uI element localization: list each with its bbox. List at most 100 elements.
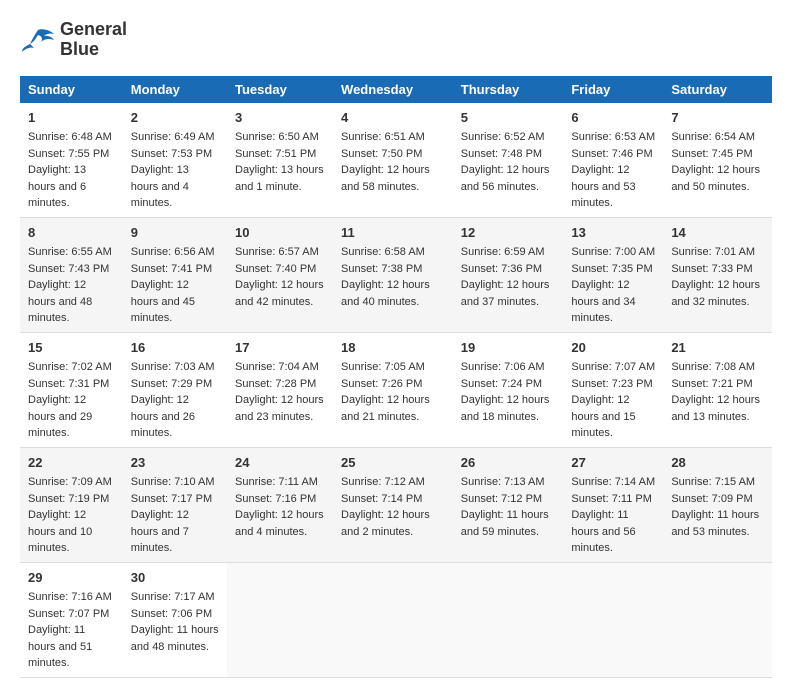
- daylight: Daylight: 12 hours and 26 minutes.: [131, 394, 195, 439]
- daylight: Daylight: 12 hours and 18 minutes.: [461, 394, 550, 423]
- calendar-table: SundayMondayTuesdayWednesdayThursdayFrid…: [20, 76, 772, 678]
- sunset: Sunset: 7:23 PM: [571, 378, 652, 390]
- day-number: 28: [671, 453, 764, 473]
- sunset: Sunset: 7:53 PM: [131, 148, 212, 160]
- day-number: 13: [571, 223, 655, 243]
- sunset: Sunset: 7:16 PM: [235, 493, 316, 505]
- sunset: Sunset: 7:12 PM: [461, 493, 542, 505]
- sunrise: Sunrise: 6:54 AM: [671, 131, 755, 143]
- page-header: General Blue: [20, 20, 772, 60]
- day-number: 23: [131, 453, 219, 473]
- sunset: Sunset: 7:07 PM: [28, 608, 109, 620]
- calendar-cell: [227, 562, 333, 677]
- sunset: Sunset: 7:46 PM: [571, 148, 652, 160]
- calendar-cell: 12Sunrise: 6:59 AMSunset: 7:36 PMDayligh…: [453, 217, 564, 332]
- sunset: Sunset: 7:33 PM: [671, 263, 752, 275]
- sunrise: Sunrise: 6:58 AM: [341, 246, 425, 258]
- day-number: 7: [671, 108, 764, 128]
- sunrise: Sunrise: 7:15 AM: [671, 476, 755, 488]
- calendar-cell: 15Sunrise: 7:02 AMSunset: 7:31 PMDayligh…: [20, 332, 123, 447]
- sunset: Sunset: 7:19 PM: [28, 493, 109, 505]
- sunset: Sunset: 7:43 PM: [28, 263, 109, 275]
- sunset: Sunset: 7:45 PM: [671, 148, 752, 160]
- calendar-cell: 20Sunrise: 7:07 AMSunset: 7:23 PMDayligh…: [563, 332, 663, 447]
- sunrise: Sunrise: 7:03 AM: [131, 361, 215, 373]
- sunset: Sunset: 7:09 PM: [671, 493, 752, 505]
- daylight: Daylight: 11 hours and 59 minutes.: [461, 509, 549, 538]
- calendar-cell: 1Sunrise: 6:48 AMSunset: 7:55 PMDaylight…: [20, 103, 123, 218]
- week-row-1: 1Sunrise: 6:48 AMSunset: 7:55 PMDaylight…: [20, 103, 772, 218]
- calendar-cell: 13Sunrise: 7:00 AMSunset: 7:35 PMDayligh…: [563, 217, 663, 332]
- day-header-tuesday: Tuesday: [227, 76, 333, 103]
- day-header-wednesday: Wednesday: [333, 76, 453, 103]
- day-number: 17: [235, 338, 325, 358]
- daylight: Daylight: 12 hours and 34 minutes.: [571, 279, 635, 324]
- sunset: Sunset: 7:50 PM: [341, 148, 422, 160]
- sunrise: Sunrise: 7:07 AM: [571, 361, 655, 373]
- sunrise: Sunrise: 6:50 AM: [235, 131, 319, 143]
- sunset: Sunset: 7:40 PM: [235, 263, 316, 275]
- day-header-thursday: Thursday: [453, 76, 564, 103]
- sunrise: Sunrise: 7:10 AM: [131, 476, 215, 488]
- calendar-cell: 27Sunrise: 7:14 AMSunset: 7:11 PMDayligh…: [563, 447, 663, 562]
- calendar-cell: 30Sunrise: 7:17 AMSunset: 7:06 PMDayligh…: [123, 562, 227, 677]
- calendar-cell: 21Sunrise: 7:08 AMSunset: 7:21 PMDayligh…: [663, 332, 772, 447]
- day-number: 24: [235, 453, 325, 473]
- day-header-saturday: Saturday: [663, 76, 772, 103]
- week-row-5: 29Sunrise: 7:16 AMSunset: 7:07 PMDayligh…: [20, 562, 772, 677]
- day-number: 8: [28, 223, 115, 243]
- logo-text: General Blue: [60, 20, 127, 60]
- calendar-cell: 23Sunrise: 7:10 AMSunset: 7:17 PMDayligh…: [123, 447, 227, 562]
- sunrise: Sunrise: 7:16 AM: [28, 591, 112, 603]
- day-header-monday: Monday: [123, 76, 227, 103]
- sunrise: Sunrise: 7:13 AM: [461, 476, 545, 488]
- day-number: 5: [461, 108, 556, 128]
- sunrise: Sunrise: 6:49 AM: [131, 131, 215, 143]
- sunset: Sunset: 7:55 PM: [28, 148, 109, 160]
- day-number: 3: [235, 108, 325, 128]
- day-number: 11: [341, 223, 445, 243]
- day-number: 10: [235, 223, 325, 243]
- daylight: Daylight: 12 hours and 42 minutes.: [235, 279, 324, 308]
- daylight: Daylight: 13 hours and 4 minutes.: [131, 164, 189, 209]
- daylight: Daylight: 12 hours and 10 minutes.: [28, 509, 92, 554]
- daylight: Daylight: 12 hours and 56 minutes.: [461, 164, 550, 193]
- sunrise: Sunrise: 7:06 AM: [461, 361, 545, 373]
- daylight: Daylight: 13 hours and 1 minute.: [235, 164, 324, 193]
- calendar-cell: 17Sunrise: 7:04 AMSunset: 7:28 PMDayligh…: [227, 332, 333, 447]
- week-row-4: 22Sunrise: 7:09 AMSunset: 7:19 PMDayligh…: [20, 447, 772, 562]
- daylight: Daylight: 12 hours and 45 minutes.: [131, 279, 195, 324]
- sunrise: Sunrise: 7:02 AM: [28, 361, 112, 373]
- sunrise: Sunrise: 6:59 AM: [461, 246, 545, 258]
- day-header-sunday: Sunday: [20, 76, 123, 103]
- daylight: Daylight: 12 hours and 13 minutes.: [671, 394, 760, 423]
- daylight: Daylight: 13 hours and 6 minutes.: [28, 164, 86, 209]
- day-number: 18: [341, 338, 445, 358]
- sunrise: Sunrise: 7:05 AM: [341, 361, 425, 373]
- calendar-cell: [333, 562, 453, 677]
- sunset: Sunset: 7:38 PM: [341, 263, 422, 275]
- daylight: Daylight: 12 hours and 58 minutes.: [341, 164, 430, 193]
- week-row-2: 8Sunrise: 6:55 AMSunset: 7:43 PMDaylight…: [20, 217, 772, 332]
- calendar-cell: 5Sunrise: 6:52 AMSunset: 7:48 PMDaylight…: [453, 103, 564, 218]
- calendar-cell: 14Sunrise: 7:01 AMSunset: 7:33 PMDayligh…: [663, 217, 772, 332]
- day-number: 19: [461, 338, 556, 358]
- calendar-cell: 29Sunrise: 7:16 AMSunset: 7:07 PMDayligh…: [20, 562, 123, 677]
- calendar-cell: 7Sunrise: 6:54 AMSunset: 7:45 PMDaylight…: [663, 103, 772, 218]
- day-number: 16: [131, 338, 219, 358]
- sunset: Sunset: 7:17 PM: [131, 493, 212, 505]
- sunset: Sunset: 7:48 PM: [461, 148, 542, 160]
- calendar-cell: [453, 562, 564, 677]
- sunrise: Sunrise: 7:00 AM: [571, 246, 655, 258]
- daylight: Daylight: 11 hours and 56 minutes.: [571, 509, 635, 554]
- calendar-cell: [663, 562, 772, 677]
- calendar-cell: 25Sunrise: 7:12 AMSunset: 7:14 PMDayligh…: [333, 447, 453, 562]
- day-number: 29: [28, 568, 115, 588]
- daylight: Daylight: 12 hours and 37 minutes.: [461, 279, 550, 308]
- sunset: Sunset: 7:31 PM: [28, 378, 109, 390]
- calendar-cell: 11Sunrise: 6:58 AMSunset: 7:38 PMDayligh…: [333, 217, 453, 332]
- daylight: Daylight: 12 hours and 21 minutes.: [341, 394, 430, 423]
- sunset: Sunset: 7:11 PM: [571, 493, 652, 505]
- sunrise: Sunrise: 6:51 AM: [341, 131, 425, 143]
- sunrise: Sunrise: 7:01 AM: [671, 246, 755, 258]
